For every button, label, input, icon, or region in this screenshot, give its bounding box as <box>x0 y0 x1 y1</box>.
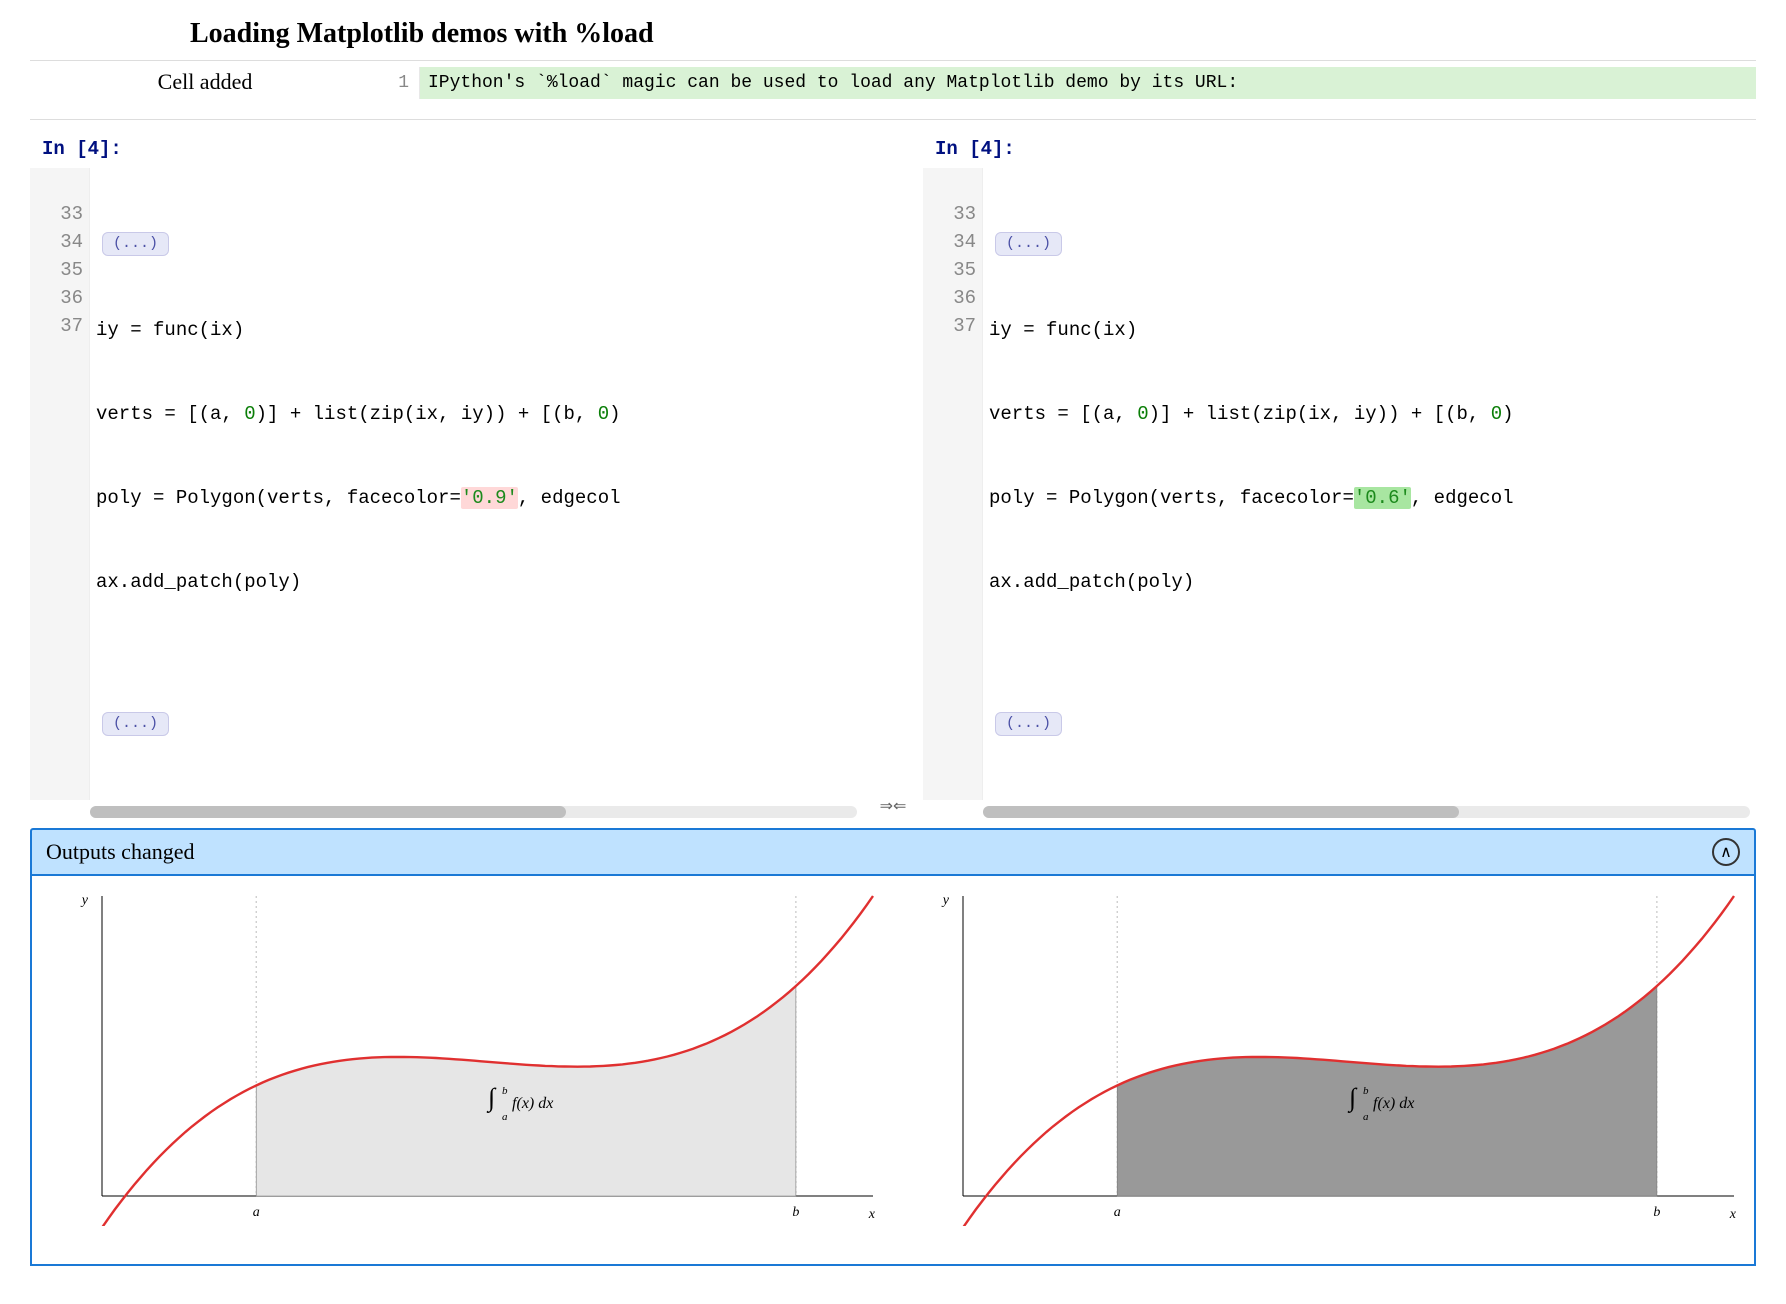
fold-badge[interactable]: (...) <box>995 232 1062 256</box>
svg-text:b: b <box>792 1205 799 1220</box>
svg-text:b: b <box>1363 1085 1369 1097</box>
code-line: verts = [(a, 0)] + list(zip(ix, iy)) + [… <box>989 400 1756 428</box>
svg-text:a: a <box>253 1205 260 1220</box>
svg-text:f(x) dx: f(x) dx <box>1373 1095 1414 1112</box>
cell-added-row: Cell added 1 IPython's `%load` magic can… <box>30 60 1756 105</box>
added-code-line: IPython's `%load` magic can be used to l… <box>420 67 1756 99</box>
output-plot-left: y x a b ∫ b a f(x) dx <box>42 886 883 1246</box>
code-line: poly = Polygon(verts, facecolor='0.9', e… <box>96 484 863 512</box>
outputs-body: y x a b ∫ b a f(x) dx y x a b ∫ b a f(x)… <box>30 876 1756 1266</box>
prompt-left: In [4]: <box>30 134 863 168</box>
code-gutter-right: 33 34 35 36 37 <box>923 168 983 800</box>
code-line: poly = Polygon(verts, facecolor='0.6', e… <box>989 484 1756 512</box>
svg-text:x: x <box>1729 1207 1737 1222</box>
svg-text:a: a <box>1114 1205 1121 1220</box>
svg-text:y: y <box>941 893 950 908</box>
diff-removed-token: '0.9' <box>461 487 518 509</box>
svg-text:b: b <box>1653 1205 1660 1220</box>
diff-added-token: '0.6' <box>1354 487 1411 509</box>
integral-plot: y x a b ∫ b a f(x) dx <box>903 886 1744 1226</box>
svg-text:x: x <box>868 1207 876 1222</box>
svg-text:f(x) dx: f(x) dx <box>512 1095 553 1112</box>
output-plot-right: y x a b ∫ b a f(x) dx <box>903 886 1744 1246</box>
outputs-changed-banner[interactable]: Outputs changed ∧ <box>30 828 1756 876</box>
code-gutter-left: 33 34 35 36 37 <box>30 168 90 800</box>
h-scrollbar[interactable] <box>983 806 1750 818</box>
pane-divider-handle[interactable]: ⇒⇐ <box>873 134 913 818</box>
code-line: ax.add_patch(poly) <box>96 568 863 596</box>
right-pane: In [4]: 33 34 35 36 37 (...) iy = func(i… <box>923 134 1756 818</box>
svg-text:y: y <box>80 893 89 908</box>
page-title: Loading Matplotlib demos with %load <box>30 0 1756 60</box>
fold-badge[interactable]: (...) <box>995 712 1062 736</box>
code-lines-left[interactable]: (...) iy = func(ix) verts = [(a, 0)] + l… <box>90 168 863 800</box>
h-scrollbar[interactable] <box>90 806 857 818</box>
fold-badge[interactable]: (...) <box>102 232 169 256</box>
code-area-left[interactable]: 33 34 35 36 37 (...) iy = func(ix) verts… <box>30 168 863 800</box>
prompt-right: In [4]: <box>923 134 1756 168</box>
fold-badge[interactable]: (...) <box>102 712 169 736</box>
code-area-right[interactable]: 33 34 35 36 37 (...) iy = func(ix) verts… <box>923 168 1756 800</box>
collapse-icon[interactable]: ∧ <box>1712 838 1740 866</box>
code-line: ax.add_patch(poly) <box>989 568 1756 596</box>
integral-plot: y x a b ∫ b a f(x) dx <box>42 886 883 1226</box>
dual-code-pane: In [4]: 33 34 35 36 37 (...) iy = func(i… <box>30 134 1756 818</box>
outputs-changed-label: Outputs changed <box>46 839 194 865</box>
code-line: iy = func(ix) <box>989 316 1756 344</box>
lineno-gutter: 1 <box>380 67 420 99</box>
svg-text:b: b <box>502 1085 508 1097</box>
code-line: verts = [(a, 0)] + list(zip(ix, iy)) + [… <box>96 400 863 428</box>
code-line: iy = func(ix) <box>96 316 863 344</box>
svg-text:a: a <box>1363 1111 1369 1123</box>
cell-added-label: Cell added <box>30 67 380 95</box>
svg-text:a: a <box>502 1111 508 1123</box>
code-lines-right[interactable]: (...) iy = func(ix) verts = [(a, 0)] + l… <box>983 168 1756 800</box>
cell-added-content: 1 IPython's `%load` magic can be used to… <box>380 67 1756 99</box>
h-scrollbar-thumb[interactable] <box>90 806 566 818</box>
h-scrollbar-thumb[interactable] <box>983 806 1459 818</box>
left-pane: In [4]: 33 34 35 36 37 (...) iy = func(i… <box>30 134 863 818</box>
divider <box>30 119 1756 120</box>
